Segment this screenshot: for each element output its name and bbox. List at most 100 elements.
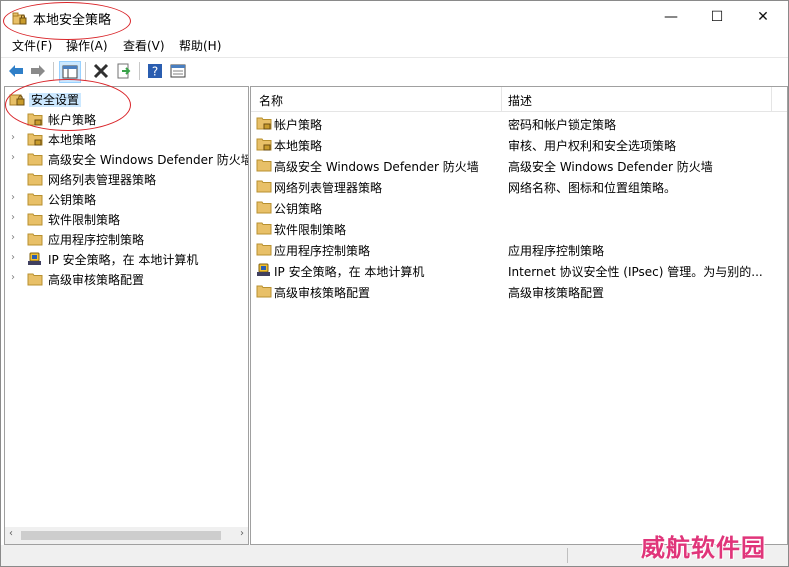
list-item[interactable]: 帐户策略 密码和帐户锁定策略 — [251, 113, 787, 134]
delete-button[interactable] — [91, 61, 111, 81]
tree-item-advanced-audit[interactable]: › 高级审核策略配置 — [5, 269, 248, 289]
folder-icon — [27, 273, 43, 286]
list-item[interactable]: 本地策略 审核、用户权利和安全选项策略 — [251, 134, 787, 155]
tree-item-label: 安全设置 — [29, 93, 82, 107]
maximize-button[interactable]: ☐ — [694, 1, 740, 33]
list-item-name: IP 安全策略，在 本地计算机 — [274, 265, 425, 279]
tree-item-account-policies[interactable]: 帐户策略 — [5, 109, 248, 129]
list-item[interactable]: IP 安全策略，在 本地计算机 Internet 协议安全性 (IPsec) 管… — [251, 260, 787, 281]
list-item-name: 本地策略 — [274, 139, 323, 153]
tree-item-ip-security[interactable]: › IP 安全策略，在 本地计算机 — [5, 249, 248, 269]
tree-item-label: 网络列表管理器策略 — [48, 173, 157, 187]
column-divider[interactable] — [501, 87, 502, 111]
list-item-name: 高级审核策略配置 — [274, 286, 371, 300]
folder-icon — [256, 180, 272, 193]
tree-item-label: 高级审核策略配置 — [48, 273, 145, 287]
folder-icon — [27, 213, 43, 226]
tree-item-defender-firewall[interactable]: › 高级安全 Windows Defender 防火墙 — [5, 149, 248, 169]
list-item-name: 软件限制策略 — [274, 223, 347, 237]
expand-chevron-icon[interactable]: › — [11, 192, 15, 203]
forward-button[interactable] — [28, 61, 48, 81]
tree-item-label: 高级安全 Windows Defender 防火墙 — [48, 153, 249, 167]
list-item-description: 网络名称、图标和位置组策略。 — [508, 181, 677, 195]
scroll-right-button[interactable]: › — [240, 528, 244, 539]
expand-chevron-icon[interactable]: › — [11, 212, 15, 223]
ip-security-icon — [28, 252, 41, 265]
menu-file[interactable]: 文件(F) — [12, 37, 52, 54]
close-button[interactable]: ✕ — [740, 1, 786, 33]
tree-item-label: 软件限制策略 — [48, 213, 121, 227]
menu-bar: 文件(F) 操作(A) 查看(V) 帮助(H) — [1, 34, 788, 56]
tree-item-label: 应用程序控制策略 — [48, 233, 145, 247]
folder-icon — [256, 285, 272, 298]
scroll-left-button[interactable]: ‹ — [9, 528, 13, 539]
tree-item-label: IP 安全策略，在 本地计算机 — [48, 253, 199, 267]
folder-icon — [256, 201, 272, 214]
tree-item-local-policies[interactable]: › 本地策略 — [5, 129, 248, 149]
app-window: 本地安全策略 — ☐ ✕ 文件(F) 操作(A) 查看(V) 帮助(H) ? 安… — [0, 0, 789, 567]
folder-icon — [256, 159, 272, 172]
folder-lock-icon — [256, 138, 272, 151]
list-item-name: 帐户策略 — [274, 118, 323, 132]
list-item-name: 高级安全 Windows Defender 防火墙 — [274, 160, 479, 174]
help-button[interactable]: ? — [145, 61, 165, 81]
properties-button[interactable] — [168, 61, 188, 81]
toolbar-separator — [139, 62, 140, 80]
tree-item-security-settings[interactable]: 安全设置 — [5, 89, 248, 109]
column-header-name[interactable]: 名称 — [259, 92, 283, 109]
expand-chevron-icon[interactable]: › — [11, 152, 15, 163]
window-title: 本地安全策略 — [33, 13, 112, 28]
toolbar-separator — [85, 62, 86, 80]
back-button[interactable] — [6, 61, 26, 81]
scrollbar-thumb[interactable] — [21, 531, 221, 540]
toolbar: ? — [1, 57, 788, 84]
svg-text:?: ? — [152, 65, 158, 79]
list-item[interactable]: 网络列表管理器策略 网络名称、图标和位置组策略。 — [251, 176, 787, 197]
column-header-description[interactable]: 描述 — [508, 92, 532, 109]
list-item[interactable]: 应用程序控制策略 应用程序控制策略 — [251, 239, 787, 260]
folder-lock-icon — [256, 117, 272, 130]
expand-chevron-icon[interactable]: › — [11, 232, 15, 243]
expand-chevron-icon[interactable]: › — [11, 132, 15, 143]
menu-view[interactable]: 查看(V) — [123, 37, 165, 54]
folder-icon — [27, 153, 43, 166]
tree-item-network-list-manager[interactable]: 网络列表管理器策略 — [5, 169, 248, 189]
list-item-description: 审核、用户权利和安全选项策略 — [508, 139, 677, 153]
console-tree[interactable]: 安全设置 帐户策略 › 本地策略 › 高级安全 Windows Defender… — [4, 86, 249, 545]
watermark-text: 威航软件园 — [641, 533, 766, 562]
folder-lock-icon — [27, 113, 43, 126]
toolbar-separator — [53, 62, 54, 80]
list-item-description: Internet 协议安全性 (IPsec) 管理。为与别的... — [508, 265, 763, 279]
menu-action[interactable]: 操作(A) — [66, 37, 108, 54]
tree-item-public-key-policies[interactable]: › 公钥策略 — [5, 189, 248, 209]
tree-item-software-restriction[interactable]: › 软件限制策略 — [5, 209, 248, 229]
help-icon: ? — [148, 64, 162, 79]
show-console-tree-button[interactable] — [59, 61, 81, 83]
back-arrow-icon — [9, 65, 23, 77]
tree-item-label: 公钥策略 — [48, 193, 97, 207]
expand-chevron-icon[interactable]: › — [11, 252, 15, 263]
horizontal-scrollbar[interactable]: ‹ › — [5, 527, 248, 544]
delete-x-icon — [93, 63, 109, 79]
list-header: 名称 描述 — [251, 87, 787, 112]
title-bar[interactable]: 本地安全策略 — ☐ ✕ — [1, 1, 788, 33]
menu-help[interactable]: 帮助(H) — [179, 37, 221, 54]
tree-item-app-control[interactable]: › 应用程序控制策略 — [5, 229, 248, 249]
forward-arrow-icon — [31, 65, 45, 77]
details-list[interactable]: 名称 描述 帐户策略 密码和帐户锁定策略 本地策略 审核、用户权利和安全选项策略… — [250, 86, 788, 545]
list-item-name: 应用程序控制策略 — [274, 244, 371, 258]
expand-chevron-icon[interactable]: › — [11, 272, 15, 283]
list-item-name: 网络列表管理器策略 — [274, 181, 383, 195]
export-list-button[interactable] — [114, 61, 134, 81]
list-item[interactable]: 高级审核策略配置 高级审核策略配置 — [251, 281, 787, 302]
properties-icon — [170, 64, 186, 78]
minimize-button[interactable]: — — [648, 1, 694, 33]
tree-item-label: 本地策略 — [48, 133, 97, 147]
list-item[interactable]: 高级安全 Windows Defender 防火墙 高级安全 Windows D… — [251, 155, 787, 176]
list-item[interactable]: 软件限制策略 — [251, 218, 787, 239]
folder-icon — [27, 233, 43, 246]
column-divider[interactable] — [771, 87, 772, 111]
folder-icon — [27, 173, 43, 186]
folder-icon — [27, 193, 43, 206]
list-item[interactable]: 公钥策略 — [251, 197, 787, 218]
